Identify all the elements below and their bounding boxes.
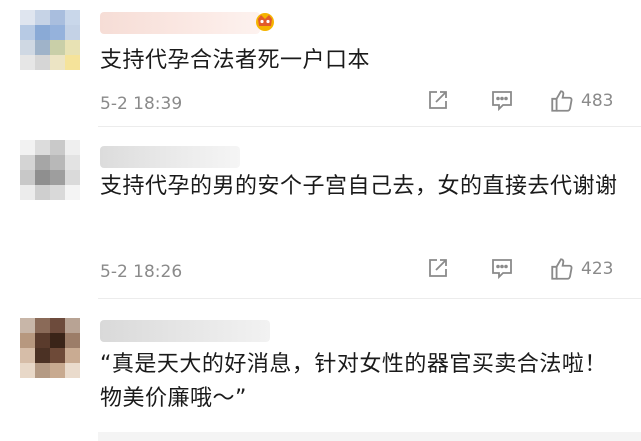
- avatar-pixel: [20, 170, 35, 185]
- avatar-pixel: [20, 318, 35, 333]
- avatar-pixel: [35, 170, 50, 185]
- thumb-up-icon: [551, 258, 573, 280]
- comment-text: 支持代孕的男的安个子宫自己去，女的直接去代谢谢: [100, 174, 618, 199]
- like-button[interactable]: 423: [549, 256, 613, 282]
- avatar-pixel: [50, 348, 65, 363]
- avatar-pixel: [35, 318, 50, 333]
- avatar-pixel: [20, 185, 35, 200]
- avatar-pixel: [20, 363, 35, 378]
- avatar-pixel: [50, 55, 65, 70]
- avatar-pixel: [20, 348, 35, 363]
- avatar-pixel: [20, 55, 35, 70]
- avatar-pixel: [65, 185, 80, 200]
- avatar-pixel: [50, 363, 65, 378]
- username-blurred[interactable]: [100, 12, 260, 34]
- comment-item: “真是天大的好消息，针对女性的器官买卖合法啦！物美价廉哦～”: [0, 298, 641, 441]
- avatar-pixel: [50, 185, 65, 200]
- like-count: 423: [581, 259, 614, 279]
- avatar-pixel: [65, 55, 80, 70]
- comment-item: 支持代孕的男的安个子宫自己去，女的直接去代谢谢 5-2 18:26 423: [0, 126, 641, 298]
- avatar-pixel: [20, 25, 35, 40]
- avatar-pixel: [65, 363, 80, 378]
- avatar-pixel: [65, 25, 80, 40]
- crown-badge-icon: [256, 13, 274, 31]
- avatar-pixel: [65, 170, 80, 185]
- avatar[interactable]: [20, 140, 80, 200]
- avatar-pixel: [65, 318, 80, 333]
- avatar-pixel: [65, 155, 80, 170]
- avatar-pixel: [20, 140, 35, 155]
- reply-button[interactable]: [490, 256, 514, 280]
- avatar-pixel: [20, 40, 35, 55]
- avatar-pixel: [65, 10, 80, 25]
- share-icon: [429, 259, 447, 277]
- comment-text: “真是天大的好消息，针对女性的器官买卖合法啦！物美价廉哦～”: [100, 352, 607, 411]
- avatar-pixel: [35, 348, 50, 363]
- comment-icon: [492, 91, 512, 112]
- avatar-pixel: [65, 140, 80, 155]
- avatar-pixel: [50, 333, 65, 348]
- avatar-pixel: [35, 25, 50, 40]
- avatar-pixel: [20, 10, 35, 25]
- avatar-pixel: [35, 40, 50, 55]
- like-button[interactable]: 483: [549, 88, 613, 114]
- avatar-pixel: [65, 348, 80, 363]
- avatar-pixel: [20, 155, 35, 170]
- avatar[interactable]: [20, 318, 80, 378]
- avatar-pixel: [50, 25, 65, 40]
- share-icon: [429, 91, 447, 109]
- avatar-pixel: [50, 170, 65, 185]
- avatar-pixel: [50, 155, 65, 170]
- reply-button[interactable]: [490, 88, 514, 112]
- avatar-pixel: [50, 40, 65, 55]
- thumb-up-icon: [551, 90, 573, 112]
- like-count: 483: [581, 91, 614, 111]
- avatar-pixel: [35, 10, 50, 25]
- avatar-pixel: [50, 318, 65, 333]
- avatar[interactable]: [20, 10, 80, 70]
- avatar-pixel: [20, 333, 35, 348]
- comment-footer-strip: [98, 432, 641, 441]
- username-blurred[interactable]: [100, 320, 270, 342]
- avatar-pixel: [35, 140, 50, 155]
- comment-timestamp: 5-2 18:26: [100, 262, 183, 282]
- avatar-pixel: [50, 140, 65, 155]
- username-blurred[interactable]: [100, 146, 240, 168]
- avatar-pixel: [65, 333, 80, 348]
- comment-timestamp: 5-2 18:39: [100, 94, 183, 114]
- avatar-pixel: [35, 185, 50, 200]
- share-button[interactable]: [426, 88, 450, 112]
- comment-icon: [492, 259, 512, 280]
- comment-item: 支持代孕合法者死一户口本 5-2 18:39 483: [0, 0, 641, 126]
- avatar-pixel: [35, 155, 50, 170]
- avatar-pixel: [35, 333, 50, 348]
- share-button[interactable]: [426, 256, 450, 280]
- avatar-pixel: [35, 363, 50, 378]
- avatar-pixel: [35, 55, 50, 70]
- avatar-pixel: [65, 40, 80, 55]
- avatar-pixel: [50, 10, 65, 25]
- comment-text: 支持代孕合法者死一户口本: [100, 48, 371, 73]
